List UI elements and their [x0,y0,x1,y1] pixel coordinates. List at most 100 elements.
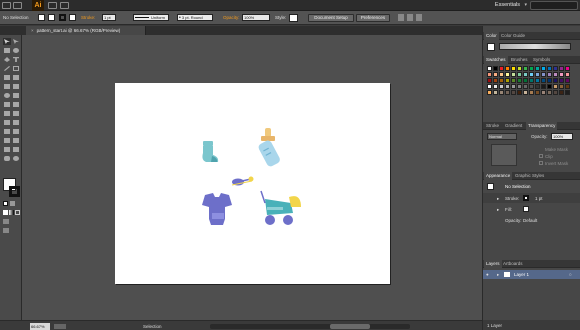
baby-stroller-icon[interactable] [260,190,301,225]
swatch[interactable] [535,78,540,83]
color-fill-preview[interactable] [487,43,495,51]
type-tool-icon[interactable] [12,56,20,63]
swatch[interactable] [505,78,510,83]
default-colors-icon[interactable] [3,201,8,206]
tab-color[interactable]: Color [484,32,499,40]
swatch[interactable] [541,78,546,83]
search-input[interactable] [530,1,578,10]
tab-graphic-styles[interactable]: Graphic Styles [513,172,546,180]
swatch[interactable] [547,72,552,77]
swatch[interactable] [535,90,540,95]
swatch[interactable] [505,72,510,77]
variable-width-profile[interactable]: Uniform [133,14,169,21]
line-tool-icon[interactable] [3,65,11,72]
tab-color-guide[interactable]: Color Guide [499,32,527,40]
stroke-weight-field[interactable]: 1 pt [102,14,116,21]
swatch[interactable] [553,90,558,95]
tab-brushes[interactable]: Brushes [509,56,530,64]
swatch[interactable] [547,78,552,83]
layer-name[interactable]: Layer 1 [514,272,529,277]
swatch[interactable] [517,84,522,89]
slice-tool-icon[interactable] [12,146,20,153]
swatch[interactable] [535,72,540,77]
appearance-opacity-label[interactable]: Opacity: [505,218,522,223]
swatch[interactable] [511,72,516,77]
tab-layers[interactable]: Layers [484,260,502,268]
scrollbar-thumb[interactable] [330,324,370,329]
artboard-tool-icon[interactable] [3,146,11,153]
fill-swatch[interactable] [38,14,45,21]
close-tab-icon[interactable]: × [31,28,34,33]
swatch[interactable] [547,84,552,89]
swatch[interactable] [493,72,498,77]
safety-pin-icon[interactable] [231,176,254,186]
transform-icon[interactable] [407,14,413,21]
swatch[interactable] [523,66,528,71]
swatch[interactable] [535,84,540,89]
transparency-opacity-field[interactable]: 100% [551,133,573,140]
chevron-down-icon[interactable]: ▾ [524,2,527,8]
swatch[interactable] [493,78,498,83]
hand-tool-icon[interactable] [3,155,11,162]
swatch[interactable] [523,90,528,95]
swatch[interactable] [487,84,492,89]
drawing-mode-icon[interactable] [3,219,9,224]
swatch[interactable] [517,72,522,77]
scale-tool-icon[interactable] [12,92,20,99]
swatch[interactable] [529,72,534,77]
swatch[interactable] [559,72,564,77]
perspective-grid-tool-icon[interactable] [12,110,20,117]
swatch[interactable] [565,66,570,71]
canvas-area[interactable] [22,35,482,320]
opacity-field[interactable]: 100% [242,14,270,21]
expand-layer-icon[interactable]: ▸ [497,272,499,278]
swatch[interactable] [499,66,504,71]
layer-row[interactable]: ● ▸ Layer 1 ○ [483,270,580,279]
magic-wand-tool-icon[interactable] [3,47,11,54]
brush-definition[interactable]: • 3 pt. Round [177,14,213,21]
align-icon[interactable] [398,14,404,21]
none-mode-icon[interactable] [15,210,20,215]
swatch[interactable] [529,84,534,89]
swatch[interactable] [523,78,528,83]
swatch[interactable] [541,66,546,71]
swatch[interactable] [505,84,510,89]
appearance-fill-label[interactable]: Fill: [505,207,512,212]
swatch[interactable] [517,90,522,95]
pencil-tool-icon[interactable] [12,74,20,81]
rectangle-tool-icon[interactable] [12,65,20,72]
color-spectrum[interactable] [499,43,571,50]
swatch[interactable] [493,84,498,89]
swatch[interactable] [493,90,498,95]
appearance-stroke-swatch[interactable] [523,195,529,201]
zoom-tool-icon[interactable] [12,155,20,162]
opacity-label[interactable]: Opacity: [223,15,240,20]
eyedropper-tool-icon[interactable] [3,128,11,135]
tab-appearance[interactable]: Appearance [484,172,513,180]
appearance-opacity-row[interactable]: Opacity: Default [483,215,580,225]
swatch[interactable] [553,84,558,89]
swatch[interactable] [499,90,504,95]
tab-symbols[interactable]: Symbols [531,56,552,64]
menu-grid-icon[interactable] [2,2,11,9]
swatch[interactable] [505,90,510,95]
swap-colors-icon[interactable] [10,201,15,206]
swatch[interactable] [487,90,492,95]
preferences-button[interactable]: Preferences [356,14,390,22]
gradient-tool-icon[interactable] [12,119,20,126]
app-switch-icon[interactable] [13,2,22,9]
swatch[interactable] [523,72,528,77]
target-icon[interactable]: ○ [569,272,572,277]
swatch[interactable] [565,72,570,77]
swatch[interactable] [487,66,492,71]
swatch[interactable] [559,66,564,71]
stroke-dropdown[interactable] [69,14,76,21]
graphic-style-swatch[interactable] [289,14,298,22]
fill-dropdown[interactable] [48,14,55,21]
swatch[interactable] [499,84,504,89]
blend-tool-icon[interactable] [12,128,20,135]
swatch[interactable] [559,90,564,95]
status-mode[interactable]: Selection [143,323,162,330]
blob-brush-tool-icon[interactable] [3,83,11,90]
screen-mode-icon[interactable] [3,228,9,233]
